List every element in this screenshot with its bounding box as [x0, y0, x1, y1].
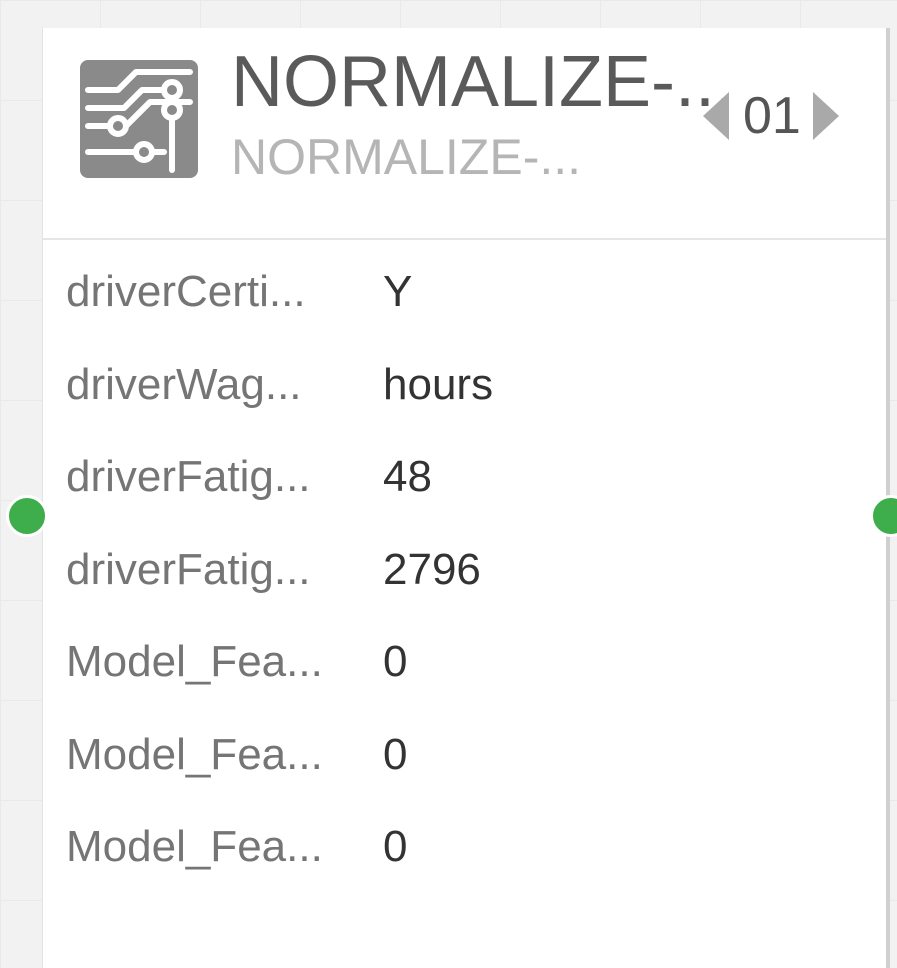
- property-key: Model_Fea...: [66, 822, 323, 871]
- property-key: driverCerti...: [66, 267, 306, 316]
- property-value: 0: [383, 637, 408, 686]
- property-row: driverWag... hours: [43, 343, 886, 436]
- node-title: NORMALIZE-...: [231, 42, 736, 122]
- property-value: 2796: [383, 544, 481, 594]
- property-key: driverFatig...: [66, 452, 311, 501]
- property-row: driverFatig... 48: [43, 435, 886, 528]
- property-value: 48: [383, 452, 432, 501]
- property-value: 0: [383, 822, 408, 871]
- property-list: driverCerti... Y driverWag... hours driv…: [43, 250, 886, 898]
- property-value: 0: [383, 729, 408, 779]
- node-card[interactable]: NORMALIZE-... NORMALIZE-... 01 driverCer…: [42, 28, 890, 968]
- node-subtitle: NORMALIZE-...: [231, 129, 582, 185]
- triangle-right-icon[interactable]: [812, 92, 839, 140]
- triangle-left-icon[interactable]: [703, 92, 729, 140]
- property-row: driverCerti... Y: [43, 250, 886, 343]
- canvas-background: NORMALIZE-... NORMALIZE-... 01 driverCer…: [0, 0, 897, 968]
- input-port[interactable]: [6, 495, 48, 537]
- property-value: Y: [383, 267, 413, 316]
- property-key: Model_Fea...: [66, 729, 323, 779]
- property-value: hours: [383, 359, 494, 409]
- property-row: Model_Fea... 0: [43, 805, 886, 898]
- node-pager: 01: [703, 86, 839, 146]
- property-row: driverFatig... 2796: [43, 528, 886, 621]
- property-row: Model_Fea... 0: [43, 713, 886, 806]
- property-key: driverWag...: [66, 359, 302, 409]
- pager-value: 01: [743, 87, 801, 145]
- property-key: driverFatig...: [66, 544, 311, 594]
- circuit-board-icon: [80, 60, 198, 178]
- property-key: Model_Fea...: [66, 637, 323, 686]
- property-row: Model_Fea... 0: [43, 620, 886, 713]
- node-header: NORMALIZE-... NORMALIZE-... 01: [43, 28, 886, 240]
